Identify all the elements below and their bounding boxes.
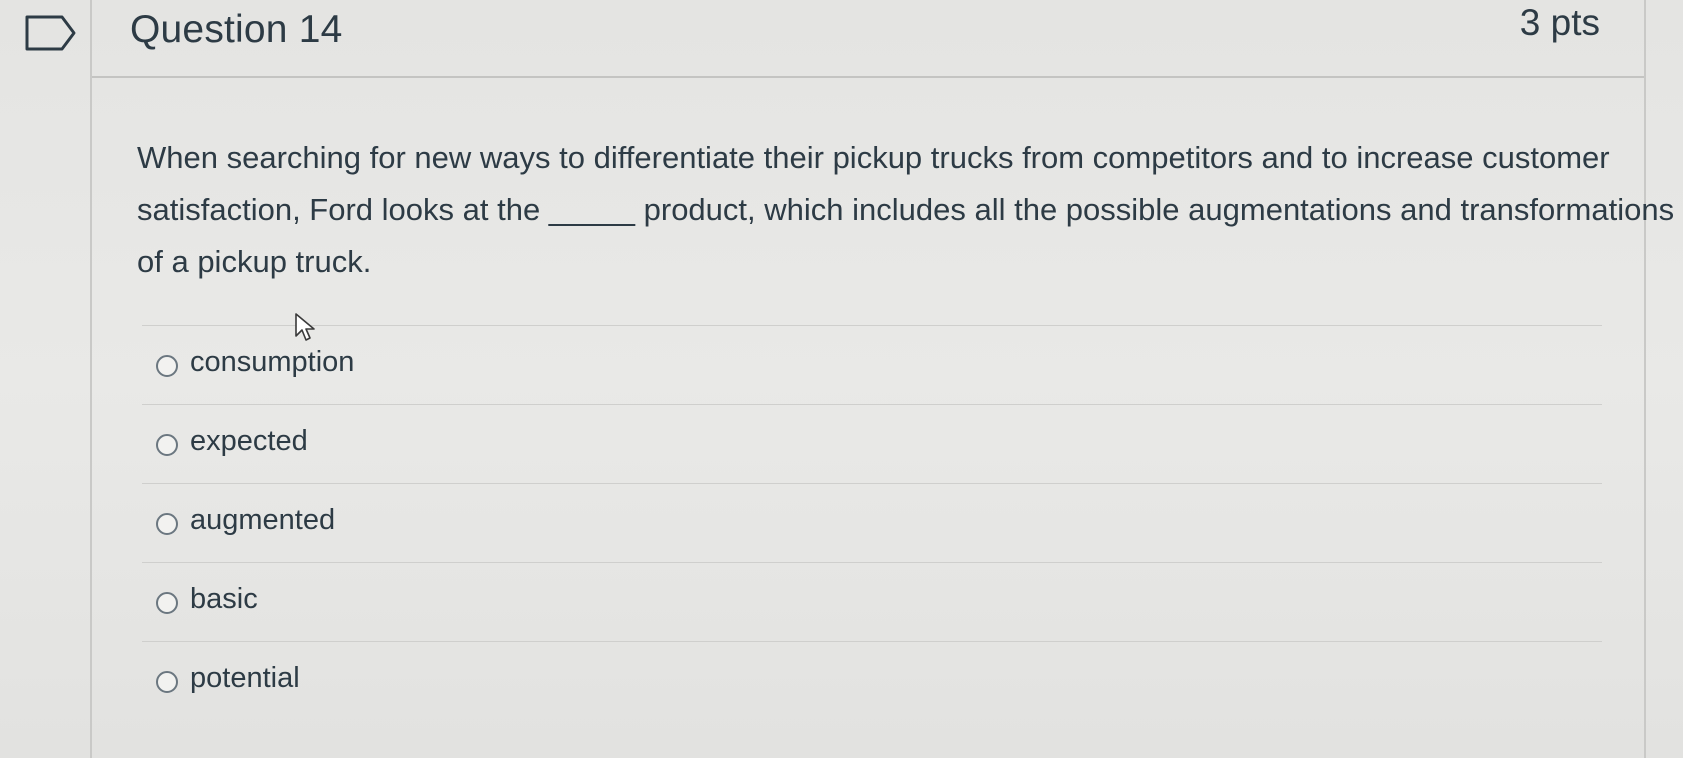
radio-button[interactable] bbox=[156, 513, 178, 535]
question-title: Question 14 bbox=[130, 8, 343, 51]
answer-option-potential[interactable]: potential bbox=[142, 641, 1602, 720]
answer-label[interactable]: potential bbox=[190, 662, 300, 695]
answer-option-basic[interactable]: basic bbox=[142, 562, 1602, 641]
question-text: When searching for new ways to different… bbox=[137, 140, 1675, 279]
answer-label[interactable]: expected bbox=[190, 425, 308, 458]
quiz-page: Question 14 3 pts When searching for new… bbox=[0, 0, 1683, 758]
radio-button[interactable] bbox=[156, 592, 178, 614]
answer-label[interactable]: augmented bbox=[190, 504, 335, 537]
question-header: Question 14 3 pts bbox=[92, 0, 1644, 78]
radio-button[interactable] bbox=[156, 671, 178, 693]
flag-question-icon[interactable] bbox=[24, 14, 76, 52]
answer-label[interactable]: basic bbox=[190, 583, 258, 616]
answer-option-consumption[interactable]: consumption bbox=[142, 325, 1602, 404]
answer-option-expected[interactable]: expected bbox=[142, 404, 1602, 483]
answer-label[interactable]: consumption bbox=[190, 346, 354, 379]
mouse-pointer-icon bbox=[295, 313, 315, 341]
answer-list: consumption expected augmented basic pot… bbox=[142, 325, 1602, 720]
radio-button[interactable] bbox=[156, 355, 178, 377]
radio-button[interactable] bbox=[156, 434, 178, 456]
answer-option-augmented[interactable]: augmented bbox=[142, 483, 1602, 562]
question-points: 3 pts bbox=[1519, 2, 1600, 43]
question-card: Question 14 3 pts When searching for new… bbox=[90, 0, 1674, 758]
